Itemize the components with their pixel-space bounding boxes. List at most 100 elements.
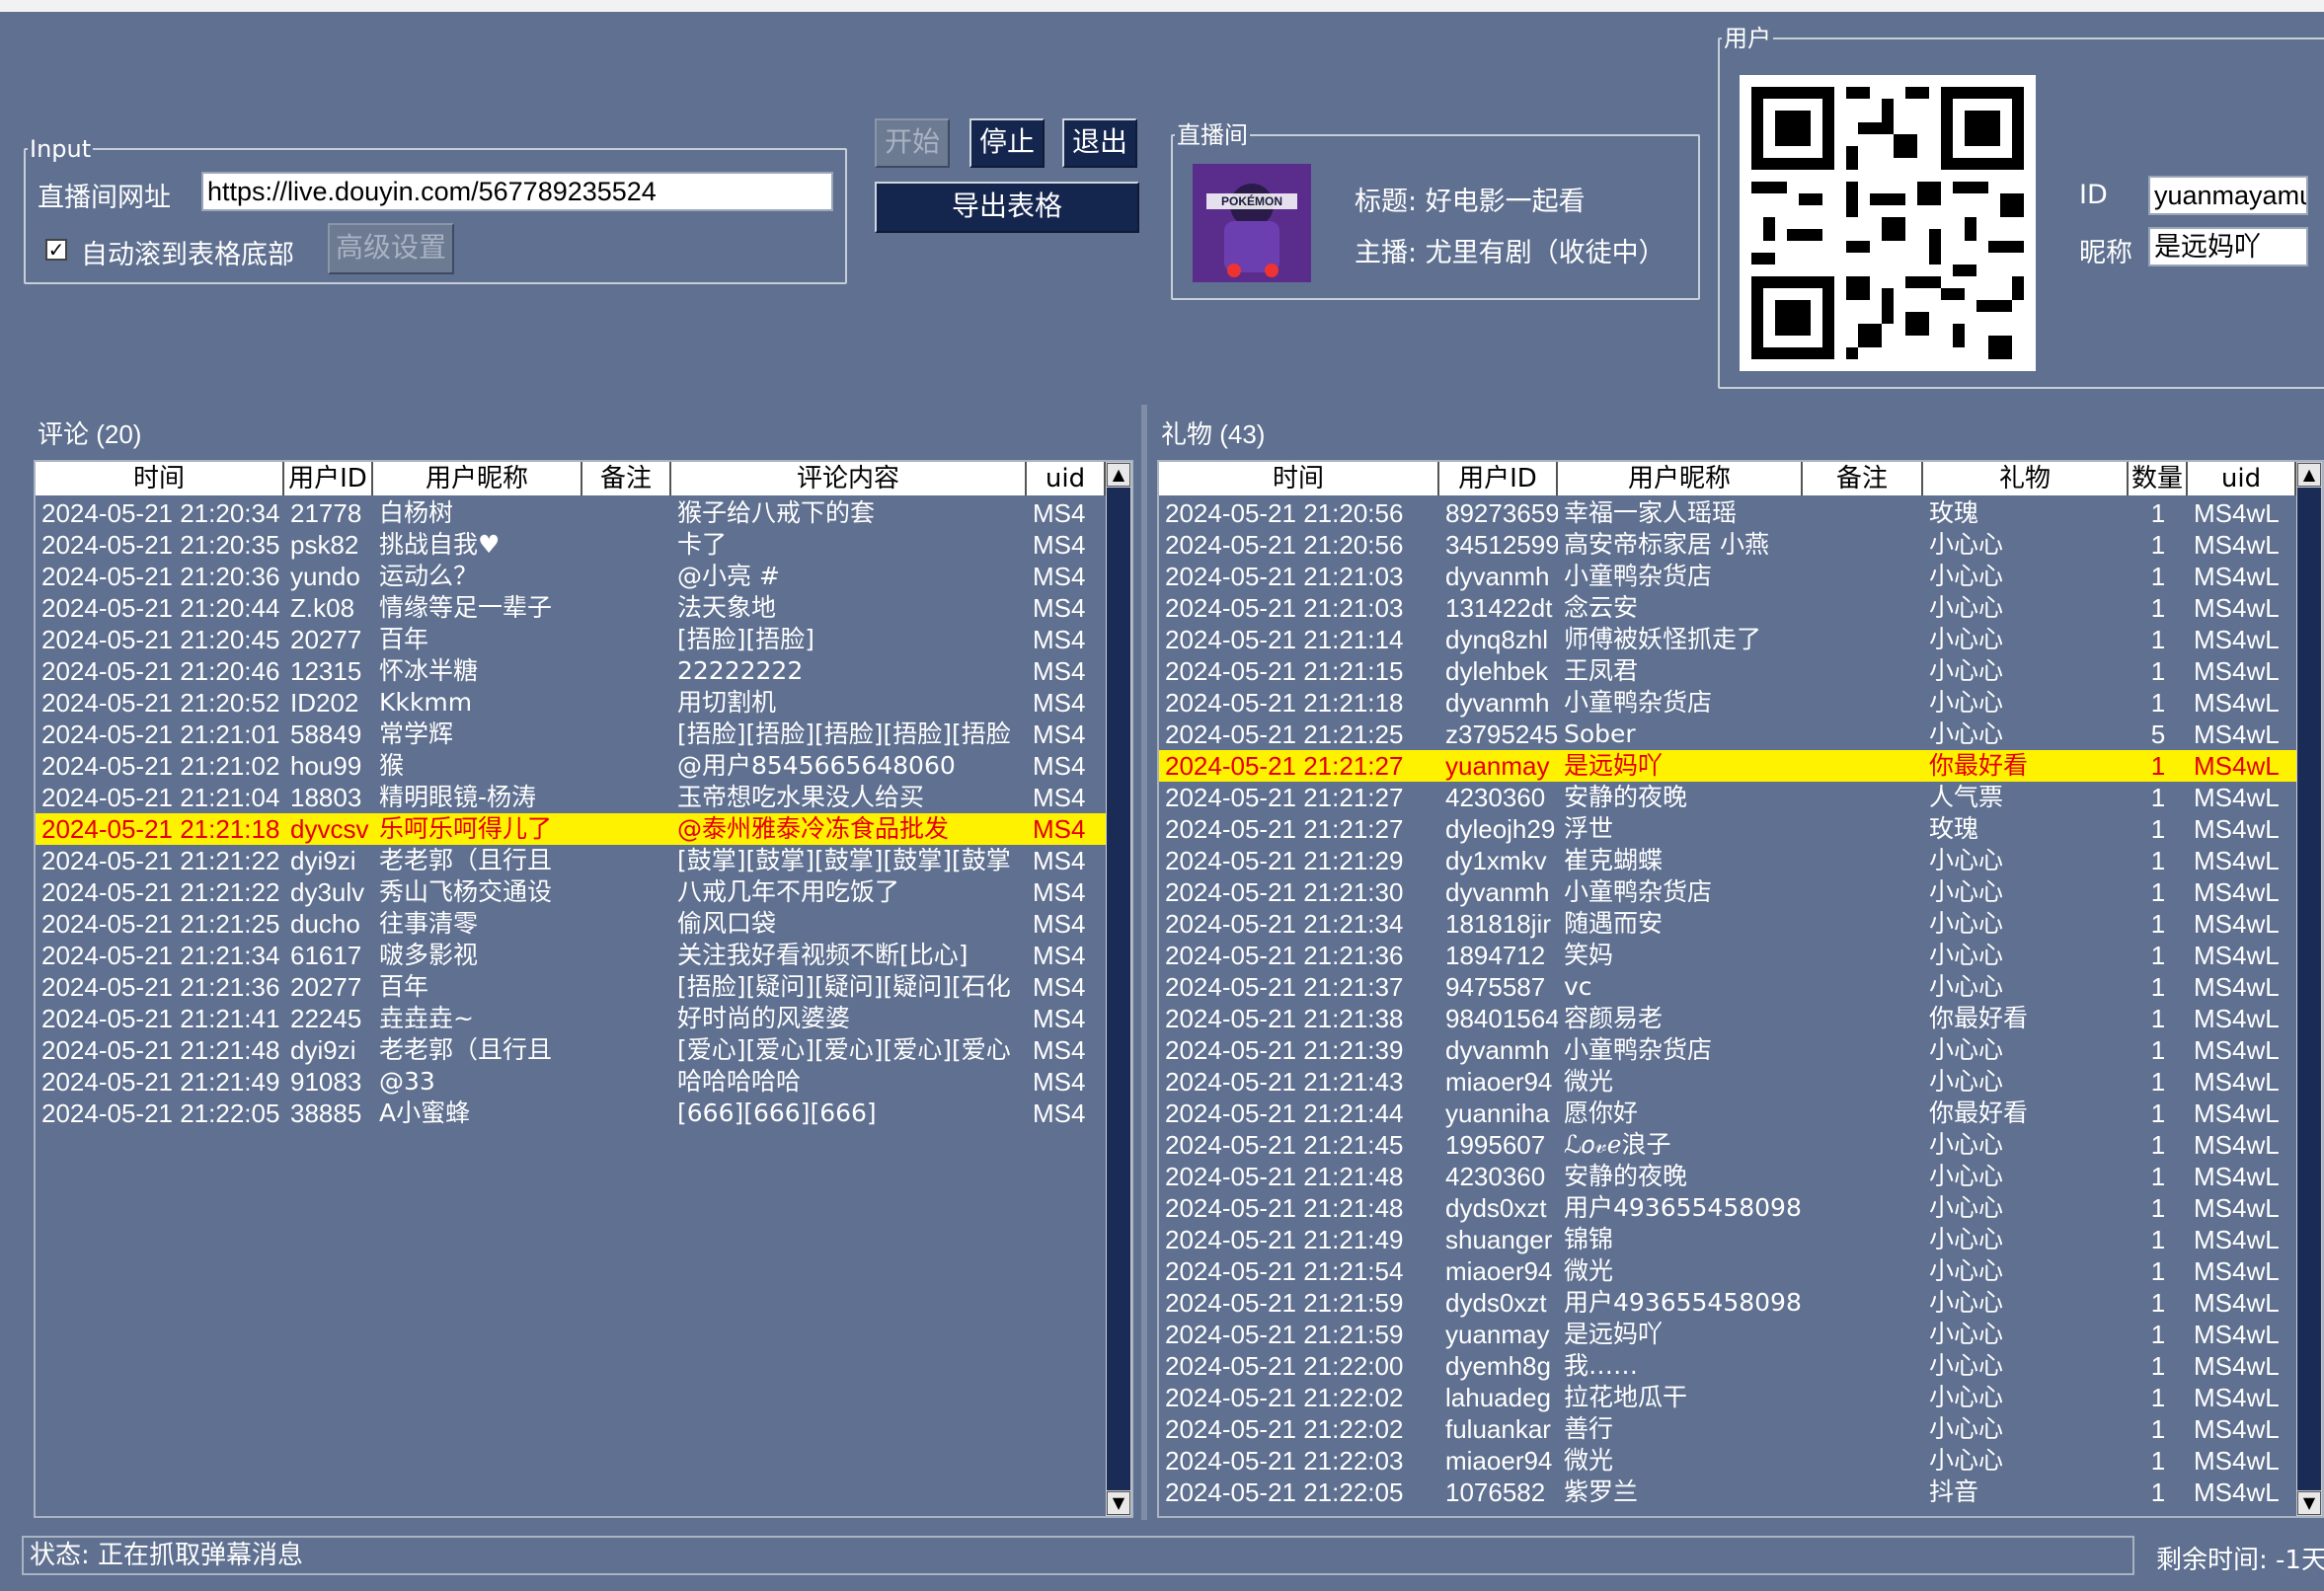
table-row[interactable]: 2024-05-21 21:21:04 18803 精明眼镜-杨涛 玉帝想吃水果没人给… — [36, 782, 1106, 813]
column-header[interactable]: 用户ID — [284, 462, 373, 495]
url-input[interactable]: https://live.douyin.com/567789235524 — [201, 172, 833, 211]
table-row[interactable]: 2024-05-21 21:21:27 4230360 安静的夜晚 人气票 1 MS4wL — [1159, 782, 2296, 813]
column-header[interactable]: 评论内容 — [671, 462, 1027, 495]
table-row[interactable]: 2024-05-21 21:20:34 21778 白杨树 猴子给八戒下的套 MS4 — [36, 497, 1106, 529]
table-row[interactable]: 2024-05-21 21:21:48 dyi9zi 老老郭（且行且 [爱心][爱心]… — [36, 1034, 1106, 1066]
column-header[interactable]: uid — [1027, 462, 1106, 495]
stop-button[interactable]: 停止 — [969, 118, 1045, 168]
table-row[interactable]: 2024-05-21 21:21:25 z3795245 Sober 小心心 5 MS4w… — [1159, 719, 2296, 750]
table-row[interactable]: 2024-05-21 21:21:48 4230360 安静的夜晚 小心心 1 MS4wL — [1159, 1161, 2296, 1192]
autoscroll-checkbox[interactable]: ✓ — [45, 239, 67, 261]
column-header[interactable]: 用户昵称 — [373, 462, 582, 495]
table-row[interactable]: 2024-05-21 21:21:18 dyvcsv 乐呵乐呵得儿了 @泰州雅泰冷冻食… — [36, 813, 1106, 845]
table-row[interactable]: 2024-05-21 21:21:59 yuanmay 是远妈吖 小心心 1 MS4wL — [1159, 1319, 2296, 1350]
gifts-table[interactable]: 时间 用户ID 用户昵称 备注 礼物 数量 uid 2024-05-21 21:20:56 8… — [1157, 460, 2324, 1518]
table-row[interactable]: 2024-05-21 21:21:15 dylehbek 王凤君 小心心 1 MS4wL — [1159, 655, 2296, 687]
table-row[interactable]: 2024-05-21 21:21:01 58849 常学辉 [捂脸][捂脸][捂脸][… — [36, 719, 1106, 750]
table-row[interactable]: 2024-05-21 21:21:49 91083 @33 哈哈哈哈哈 MS4 — [36, 1066, 1106, 1098]
table-cell: [鼓掌][鼓掌][鼓掌][鼓掌][鼓掌 — [677, 846, 1011, 874]
scroll-up-icon[interactable]: ▲ — [1107, 463, 1130, 487]
table-row[interactable]: 2024-05-21 21:21:54 miaoer94 微光 小心心 1 MS4wL — [1159, 1255, 2296, 1287]
exit-button[interactable]: 退出 — [1062, 118, 1137, 168]
table-row[interactable]: 2024-05-21 21:21:48 dyds0xzt 用户49365545809… — [1159, 1192, 2296, 1224]
table-row[interactable]: 2024-05-21 21:21:27 yuanmay 是远妈吖 你最好看 1 MS4wL — [1159, 750, 2296, 782]
table-row[interactable]: 2024-05-21 21:21:02 hou99 猴 @用户854566564806… — [36, 750, 1106, 782]
table-row[interactable]: 2024-05-21 21:21:37 9475587 vc 小心心 1 MS4wL — [1159, 971, 2296, 1003]
table-cell: yuanmay — [1445, 1320, 1550, 1349]
scroll-up-icon[interactable]: ▲ — [2297, 463, 2321, 487]
table-row[interactable]: 2024-05-21 21:20:44 Z.k08 情缘等足一辈子 法天象地 MS4 — [36, 592, 1106, 624]
table-cell: MS4wL — [2194, 751, 2280, 781]
table-row[interactable]: 2024-05-21 21:20:45 20277 百年 [捂脸][捂脸] MS4 — [36, 624, 1106, 655]
table-row[interactable]: 2024-05-21 21:20:56 89273659 幸福一家人瑶瑶 玫瑰 1 MS4… — [1159, 497, 2296, 529]
table-row[interactable]: 2024-05-21 21:21:44 yuanniha 愿你好 你最好看 1 MS4wL — [1159, 1098, 2296, 1129]
column-header[interactable]: 备注 — [582, 462, 671, 495]
table-row[interactable]: 2024-05-21 21:21:49 shuanger 锦锦 小心心 1 MS4wL — [1159, 1224, 2296, 1255]
table-row[interactable]: 2024-05-21 21:22:05 38885 A小蜜蜂 [666][666][6… — [36, 1098, 1106, 1129]
table-row[interactable]: 2024-05-21 21:21:22 dy3ulv 秀山飞杨交通设 八戒几年不用吃饭… — [36, 876, 1106, 908]
table-row[interactable]: 2024-05-21 21:21:34 181818jir 随遇而安 小心心 1 MS4w… — [1159, 908, 2296, 940]
table-row[interactable]: 2024-05-21 21:21:03 131422dt 念云安 小心心 1 MS4wL — [1159, 592, 2296, 624]
user-id-field[interactable]: yuanmayamu — [2148, 176, 2308, 215]
table-row[interactable]: 2024-05-21 21:21:03 dyvanmh 小童鸭杂货店 小心心 1 MS4w… — [1159, 561, 2296, 592]
gifts-scroll-thumb[interactable] — [2297, 488, 2321, 1490]
table-cell: dyvanmh — [1445, 1035, 1550, 1065]
table-row[interactable]: 2024-05-21 21:21:25 ducho 往事清零 偷风口袋 MS4 — [36, 908, 1106, 940]
table-row[interactable]: 2024-05-21 21:21:36 1894712 笑妈 小心心 1 MS4wL — [1159, 940, 2296, 971]
table-row[interactable]: 2024-05-21 21:21:59 dyds0xzt 用户49365545809… — [1159, 1287, 2296, 1319]
table-cell: 小心心 — [1929, 530, 2004, 559]
column-header[interactable]: 用户ID — [1439, 462, 1558, 495]
column-header[interactable]: 备注 — [1803, 462, 1923, 495]
comments-table[interactable]: 时间 用户ID 用户昵称 备注 评论内容 uid 2024-05-21 21:20:34 2… — [34, 460, 1133, 1518]
table-cell: MS4wL — [2194, 1414, 2280, 1444]
column-header[interactable]: 时间 — [1159, 462, 1439, 495]
table-row[interactable]: 2024-05-21 21:20:35 psk82 挑战自我♥ 卡了 MS4 — [36, 529, 1106, 561]
table-row[interactable]: 2024-05-21 21:21:36 20277 百年 [捂脸][疑问][疑问][疑… — [36, 971, 1106, 1003]
scroll-down-icon[interactable]: ▼ — [2297, 1491, 2321, 1515]
gifts-scrollbar[interactable]: ▲ ▼ — [2296, 462, 2322, 1516]
table-cell: MS4wL — [2194, 1193, 2280, 1223]
column-header[interactable]: 礼物 — [1923, 462, 2129, 495]
scroll-down-icon[interactable]: ▼ — [1107, 1491, 1130, 1515]
column-header[interactable]: 数量 — [2129, 462, 2188, 495]
column-header[interactable]: 时间 — [36, 462, 284, 495]
table-row[interactable]: 2024-05-21 21:21:18 dyvanmh 小童鸭杂货店 小心心 1 MS4w… — [1159, 687, 2296, 719]
table-row[interactable]: 2024-05-21 21:20:56 34512599 高安帝标家居 小燕 小心心 1… — [1159, 529, 2296, 561]
table-cell: 王凤君 — [1564, 656, 1639, 685]
export-table-button[interactable]: 导出表格 — [875, 182, 1139, 233]
table-cell: 1 — [2150, 498, 2166, 528]
table-row[interactable]: 2024-05-21 21:22:05 1076582 紫罗兰 抖音 1 MS4wL — [1159, 1477, 2296, 1508]
table-row[interactable]: 2024-05-21 21:22:00 dyemh8g 我…… 小心心 1 MS4wL — [1159, 1350, 2296, 1382]
table-row[interactable]: 2024-05-21 21:22:03 miaoer94 微光 小心心 1 MS4wL — [1159, 1445, 2296, 1477]
table-row[interactable]: 2024-05-21 21:20:46 12315 怀冰半糖 22222222 MS4 — [36, 655, 1106, 687]
comments-scroll-thumb[interactable] — [1107, 488, 1130, 1490]
table-row[interactable]: 2024-05-21 21:21:38 98401564 容颜易老 你最好看 1 MS4w… — [1159, 1003, 2296, 1034]
table-row[interactable]: 2024-05-21 21:22:02 lahuadeg 拉花地瓜干 小心心 1 MS4w… — [1159, 1382, 2296, 1413]
table-row[interactable]: 2024-05-21 21:21:27 dyleojh29 浮世 玫瑰 1 MS4wL — [1159, 813, 2296, 845]
table-row[interactable]: 2024-05-21 21:20:36 yundo 运动么？ @小亮 # MS4 — [36, 561, 1106, 592]
start-button[interactable]: 开始 — [875, 118, 950, 168]
table-cell: @用户8545665648060 — [677, 751, 956, 780]
table-cell: 91083 — [290, 1067, 362, 1097]
column-header[interactable]: 用户昵称 — [1558, 462, 1803, 495]
advanced-settings-button[interactable]: 高级设置 — [328, 223, 454, 274]
comments-scrollbar[interactable]: ▲ ▼ — [1106, 462, 1131, 1516]
table-row[interactable]: 2024-05-21 21:21:45 1995607 ℒ𝑜𝓋ℯ浪子 小心心 1 MS4w… — [1159, 1129, 2296, 1161]
column-header[interactable]: uid — [2188, 462, 2296, 495]
table-cell — [582, 1066, 671, 1098]
table-row[interactable]: 2024-05-21 21:21:14 dynq8zhl 师傅被妖怪抓走了 小心心 1 M… — [1159, 624, 2296, 655]
table-row[interactable]: 2024-05-21 21:21:34 61617 啵多影视 关注我好看视频不断[比心… — [36, 940, 1106, 971]
table-cell: 1 — [2150, 1067, 2166, 1097]
table-cell: [666][666][666] — [677, 1099, 877, 1127]
table-cell: 关注我好看视频不断[比心] — [677, 941, 968, 969]
user-nickname-field[interactable]: 是远妈吖 — [2148, 227, 2308, 266]
table-row[interactable]: 2024-05-21 21:21:22 dyi9zi 老老郭（且行且 [鼓掌][鼓掌]… — [36, 845, 1106, 876]
table-row[interactable]: 2024-05-21 21:21:41 22245 垚垚垚~ 好时尚的风婆婆 MS4 — [36, 1003, 1106, 1034]
table-row[interactable]: 2024-05-21 21:22:02 fuluankar 善行 小心心 1 MS4wL — [1159, 1413, 2296, 1445]
table-row[interactable]: 2024-05-21 21:21:43 miaoer94 微光 小心心 1 MS4wL — [1159, 1066, 2296, 1098]
pane-splitter[interactable] — [1141, 405, 1147, 1520]
table-row[interactable]: 2024-05-21 21:21:39 dyvanmh 小童鸭杂货店 小心心 1 MS4w… — [1159, 1034, 2296, 1066]
table-row[interactable]: 2024-05-21 21:21:30 dyvanmh 小童鸭杂货店 小心心 1 MS4w… — [1159, 876, 2296, 908]
table-row[interactable]: 2024-05-21 21:20:52 ID202 Kkkmm 用切割机 MS4 — [36, 687, 1106, 719]
table-row[interactable]: 2024-05-21 21:21:29 dy1xmkv 崔克蝴蝶 小心心 1 MS4wL — [1159, 845, 2296, 876]
